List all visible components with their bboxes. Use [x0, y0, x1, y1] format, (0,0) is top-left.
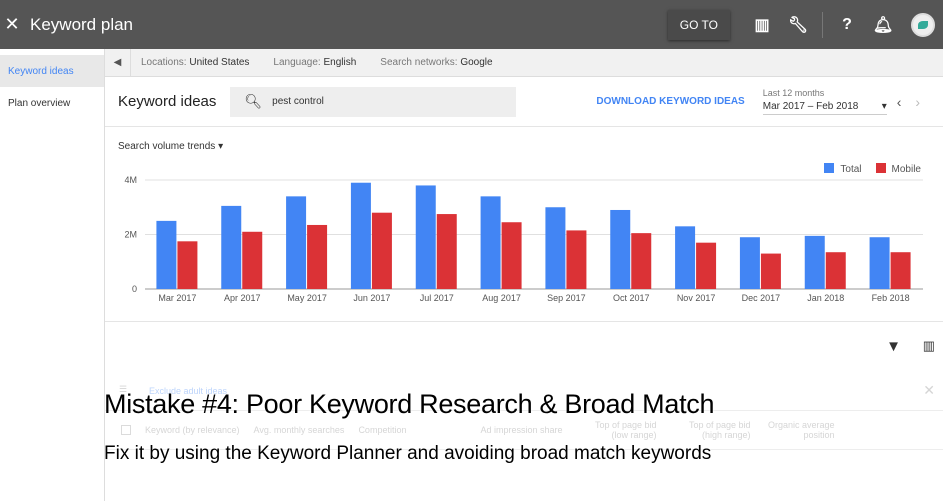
- language-label: Language:: [273, 57, 321, 68]
- bar-mobile: [501, 222, 522, 289]
- previous-icon[interactable]: ‹: [897, 94, 902, 110]
- bar-total: [221, 205, 242, 289]
- x-tick-label: Sep 2017: [547, 293, 586, 303]
- bar-total: [869, 237, 890, 289]
- sidebar-item-keyword-ideas[interactable]: Keyword ideas: [0, 55, 104, 87]
- locations-label: Locations:: [141, 57, 187, 68]
- overlay-subline: Fix it by using the Keyword Planner and …: [104, 443, 712, 464]
- column-header[interactable]: Avg. monthly searches: [254, 425, 345, 435]
- collapse-icon[interactable]: ◀: [105, 49, 131, 76]
- x-tick-label: Oct 2017: [613, 293, 650, 303]
- bar-mobile: [890, 252, 911, 289]
- go-to-button[interactable]: GO TO: [667, 9, 730, 40]
- bar-total: [480, 196, 501, 289]
- networks-value: Google: [460, 57, 493, 68]
- bar-total: [415, 185, 436, 289]
- table-toolbar: ▼ ▥: [105, 322, 943, 372]
- download-keyword-ideas-button[interactable]: DOWNLOAD KEYWORD IDEAS: [596, 96, 744, 107]
- y-tick-label: 2M: [124, 230, 137, 240]
- bar-mobile: [566, 230, 587, 289]
- sidebar: Keyword ideas Plan overview: [0, 49, 105, 501]
- wrench-icon[interactable]: 🔧︎: [780, 15, 816, 35]
- avatar[interactable]: [911, 12, 935, 37]
- column-header[interactable]: Organic average position: [765, 420, 835, 440]
- x-tick-label: Aug 2017: [482, 293, 521, 303]
- x-tick-label: Nov 2017: [677, 293, 716, 303]
- bar-total: [286, 196, 307, 289]
- bar-total: [545, 207, 566, 289]
- bar-mobile: [436, 214, 457, 289]
- reports-icon[interactable]: ▥: [744, 15, 780, 35]
- filter-icon[interactable]: ▼: [886, 338, 901, 355]
- date-range-label: Last 12 months: [762, 88, 825, 98]
- top-bar: ✕ Keyword plan GO TO ▥ 🔧︎ ? 🔔︎: [0, 0, 943, 49]
- networks-label: Search networks:: [380, 57, 458, 68]
- x-tick-label: Jul 2017: [420, 293, 454, 303]
- language-value: English: [323, 57, 357, 68]
- bar-total: [610, 209, 631, 289]
- date-range-value: Mar 2017 – Feb 2018: [762, 101, 859, 112]
- keyword-ideas-header: Keyword ideas 🔍︎ pest control DOWNLOAD K…: [105, 77, 943, 127]
- search-input[interactable]: 🔍︎ pest control: [230, 86, 517, 117]
- page-title: Keyword plan: [30, 14, 134, 34]
- x-tick-label: Jan 2018: [807, 293, 844, 303]
- language-filter[interactable]: Language: English: [273, 57, 356, 68]
- networks-filter[interactable]: Search networks: Google: [380, 57, 492, 68]
- bar-total: [156, 220, 177, 289]
- bar-chart: 0 2M 4M Mar 2017 Apr 2017 May 2017 Jun 2017 Jul…: [124, 175, 923, 303]
- bell-icon[interactable]: 🔔︎: [865, 15, 901, 35]
- dropdown-icon: ▾: [881, 101, 887, 112]
- divider: [822, 11, 823, 38]
- column-header[interactable]: Keyword (by relevance): [145, 425, 240, 435]
- column-header[interactable]: Ad impression share: [480, 425, 562, 435]
- bar-mobile: [371, 212, 392, 289]
- x-tick-label: Jun 2017: [353, 293, 390, 303]
- bar-total: [350, 182, 371, 289]
- bar-mobile: [307, 224, 328, 289]
- bar-total: [804, 235, 825, 289]
- bar-mobile: [242, 231, 263, 289]
- x-tick-label: Feb 2018: [872, 293, 910, 303]
- bar-mobile: [696, 242, 717, 289]
- bar-mobile: [631, 233, 652, 289]
- overlay-headline: Mistake #4: Poor Keyword Research & Broa…: [104, 389, 715, 419]
- bar-mobile: [760, 253, 781, 289]
- x-tick-label: Dec 2017: [742, 293, 781, 303]
- bar-mobile: [825, 252, 846, 289]
- column-header[interactable]: Competition: [358, 425, 406, 435]
- close-icon[interactable]: ✕: [0, 14, 24, 35]
- next-icon[interactable]: ›: [915, 94, 920, 110]
- bar-total: [739, 237, 760, 289]
- x-tick-label: Apr 2017: [224, 293, 261, 303]
- search-icon: 🔍︎: [244, 93, 263, 109]
- close-chip-icon[interactable]: ✕: [923, 382, 935, 399]
- x-tick-label: Mar 2017: [158, 293, 196, 303]
- date-range-picker[interactable]: Last 12 months Mar 2017 – Feb 2018 ▾: [762, 88, 887, 115]
- chart-area: Search volume trends ▾ Total Mobile 0 2M 4…: [105, 127, 943, 322]
- search-value: pest control: [272, 96, 324, 107]
- sidebar-item-plan-overview[interactable]: Plan overview: [0, 87, 104, 119]
- filter-bar: ◀ Locations: United States Language: Eng…: [105, 49, 943, 77]
- bar-mobile: [177, 241, 198, 289]
- column-header[interactable]: Top of page bid (high range): [671, 420, 751, 440]
- section-title: Keyword ideas: [118, 93, 217, 110]
- locations-value: United States: [189, 57, 250, 68]
- x-tick-label: May 2017: [287, 293, 327, 303]
- bar-total: [675, 226, 696, 289]
- columns-icon[interactable]: ▥: [923, 338, 935, 354]
- y-tick-label: 0: [132, 284, 137, 294]
- y-tick-label: 4M: [124, 175, 137, 185]
- select-all-checkbox[interactable]: [121, 425, 131, 435]
- column-header[interactable]: Top of page bid (low range): [577, 420, 657, 440]
- locations-filter[interactable]: Locations: United States: [141, 57, 249, 68]
- help-icon[interactable]: ?: [829, 16, 865, 34]
